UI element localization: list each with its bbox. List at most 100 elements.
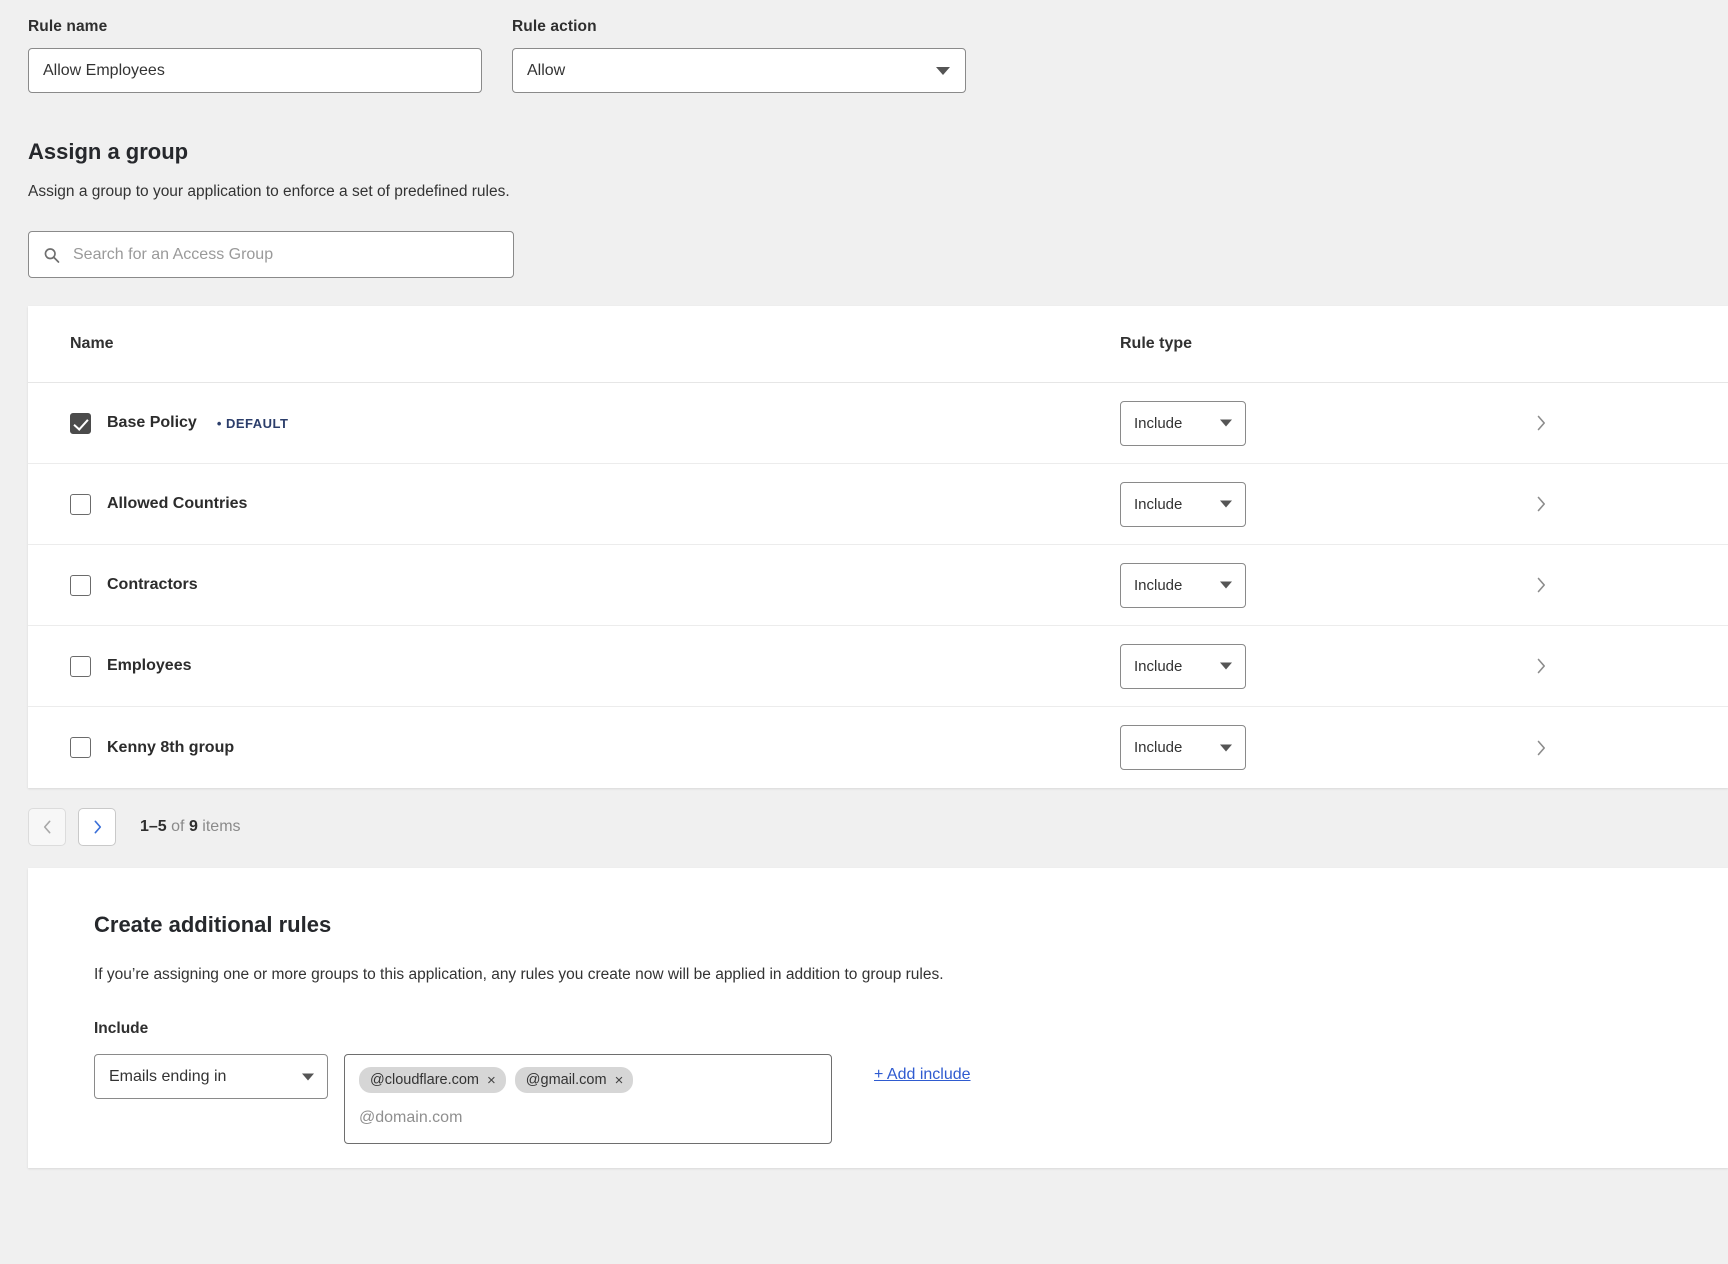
pagination-summary: 1–5 of 9 items xyxy=(140,818,241,836)
chevron-down-icon xyxy=(1220,501,1232,508)
create-additional-rules-card: Create additional rules If you’re assign… xyxy=(28,868,1728,1168)
row-checkbox[interactable] xyxy=(70,575,91,596)
include-type-select[interactable]: Emails ending in xyxy=(94,1054,328,1099)
page-root: Rule name Rule action Allow Assign a gro… xyxy=(0,0,1728,1264)
value-chip: @gmail.com× xyxy=(515,1067,634,1093)
cell-expand xyxy=(1440,658,1728,674)
row-checkbox[interactable] xyxy=(70,494,91,515)
chevron-right-icon[interactable] xyxy=(1536,740,1546,756)
chip-remove-icon[interactable]: × xyxy=(487,1073,496,1088)
rule-type-select[interactable]: Include xyxy=(1120,482,1246,527)
access-group-search-input[interactable]: Search for an Access Group xyxy=(28,231,514,278)
row-checkbox[interactable] xyxy=(70,737,91,758)
rule-type-value: Include xyxy=(1134,415,1182,432)
pagination-prev-button[interactable] xyxy=(28,808,66,846)
chevron-down-icon xyxy=(1220,744,1232,751)
rule-name-block: Rule name xyxy=(28,18,482,93)
chevron-down-icon xyxy=(1220,663,1232,670)
chip-remove-icon[interactable]: × xyxy=(615,1073,624,1088)
cell-expand xyxy=(1440,577,1728,593)
pagination-of: of xyxy=(167,818,189,835)
pagination-items-word: items xyxy=(198,818,241,835)
rule-action-label: Rule action xyxy=(512,18,966,36)
pagination-range: 1–5 xyxy=(140,818,167,835)
rule-name-label: Rule name xyxy=(28,18,482,36)
assign-group-description: Assign a group to your application to en… xyxy=(28,183,1728,201)
include-label: Include xyxy=(94,1020,1728,1038)
cell-name: Employees xyxy=(70,656,1120,677)
chevron-right-icon xyxy=(93,820,102,834)
cell-expand xyxy=(1440,415,1728,431)
table-header-row: Name Rule type xyxy=(28,306,1728,383)
rule-form: Rule name Rule action Allow xyxy=(0,0,1728,93)
rule-type-value: Include xyxy=(1134,496,1182,513)
row-checkbox[interactable] xyxy=(70,413,91,434)
pagination-total: 9 xyxy=(189,818,198,835)
rule-action-block: Rule action Allow xyxy=(512,18,966,93)
rule-type-select[interactable]: Include xyxy=(1120,401,1246,446)
column-header-name: Name xyxy=(70,335,1120,353)
rule-action-value: Allow xyxy=(527,62,565,80)
status-badge: • DEFAULT xyxy=(217,416,289,431)
include-values-field[interactable]: @cloudflare.com×@gmail.com× @domain.com xyxy=(344,1054,832,1144)
chevron-down-icon xyxy=(936,67,950,75)
cell-expand xyxy=(1440,740,1728,756)
cell-name: Allowed Countries xyxy=(70,494,1120,515)
chip-list: @cloudflare.com×@gmail.com× xyxy=(359,1067,819,1093)
assign-group-section: Assign a group Assign a group to your ap… xyxy=(0,139,1728,278)
rule-action-select-wrap: Allow xyxy=(512,48,966,93)
pagination-next-button[interactable] xyxy=(78,808,116,846)
chevron-left-icon xyxy=(43,820,52,834)
group-name: Kenny 8th group xyxy=(107,739,234,757)
table-row[interactable]: Kenny 8th group Include xyxy=(28,707,1728,788)
cell-rule-type: Include xyxy=(1120,563,1440,608)
table-row[interactable]: Contractors Include xyxy=(28,545,1728,626)
access-group-search-wrap: Search for an Access Group xyxy=(28,231,514,278)
column-header-rule-type: Rule type xyxy=(1120,335,1440,353)
cell-rule-type: Include xyxy=(1120,644,1440,689)
add-include-link[interactable]: + Add include xyxy=(874,1066,971,1084)
group-name: Employees xyxy=(107,657,191,675)
search-placeholder-text: Search for an Access Group xyxy=(73,246,273,264)
cell-rule-type: Include xyxy=(1120,401,1440,446)
assign-group-title: Assign a group xyxy=(28,139,1728,165)
additional-rules-title: Create additional rules xyxy=(94,912,1728,938)
table-body: Base Policy• DEFAULTIncludeAllowed Count… xyxy=(28,383,1728,788)
rule-type-select[interactable]: Include xyxy=(1120,725,1246,770)
table-row[interactable]: Employees Include xyxy=(28,626,1728,707)
include-rule-row: Emails ending in @cloudflare.com×@gmail.… xyxy=(94,1054,1728,1144)
cell-expand xyxy=(1440,496,1728,512)
value-chip: @cloudflare.com × xyxy=(359,1067,506,1093)
row-checkbox[interactable] xyxy=(70,656,91,677)
table-row[interactable]: Base Policy • DEFAULT Include xyxy=(28,383,1728,464)
chip-label: @cloudflare.com xyxy=(370,1072,479,1088)
group-name: Base Policy xyxy=(107,414,197,432)
rule-type-value: Include xyxy=(1134,739,1182,756)
rule-name-input[interactable] xyxy=(28,48,482,93)
chevron-down-icon xyxy=(1220,582,1232,589)
chevron-down-icon xyxy=(302,1073,314,1080)
cell-rule-type: Include xyxy=(1120,482,1440,527)
group-name: Allowed Countries xyxy=(107,495,247,513)
chevron-down-icon xyxy=(1220,420,1232,427)
chevron-right-icon[interactable] xyxy=(1536,415,1546,431)
cell-rule-type: Include xyxy=(1120,725,1440,770)
rule-type-select[interactable]: Include xyxy=(1120,563,1246,608)
access-groups-table: Name Rule type Base Policy • DEFAULT Inclu… xyxy=(28,306,1728,788)
chevron-right-icon[interactable] xyxy=(1536,577,1546,593)
rule-type-value: Include xyxy=(1134,658,1182,675)
rule-type-select[interactable]: Include xyxy=(1120,644,1246,689)
group-name: Contractors xyxy=(107,576,198,594)
rule-type-value: Include xyxy=(1134,577,1182,594)
cell-name: Kenny 8th group xyxy=(70,737,1120,758)
additional-rules-description: If you’re assigning one or more groups t… xyxy=(94,966,1728,984)
rule-action-select[interactable]: Allow xyxy=(512,48,966,93)
include-type-value: Emails ending in xyxy=(109,1068,226,1086)
chevron-right-icon[interactable] xyxy=(1536,496,1546,512)
cell-name: Contractors xyxy=(70,575,1120,596)
table-row[interactable]: Allowed Countries Include xyxy=(28,464,1728,545)
pagination: 1–5 of 9 items xyxy=(0,788,1728,846)
cell-name: Base Policy • DEFAULT xyxy=(70,413,1120,434)
chevron-right-icon[interactable] xyxy=(1536,658,1546,674)
include-values-placeholder: @domain.com xyxy=(359,1109,819,1127)
